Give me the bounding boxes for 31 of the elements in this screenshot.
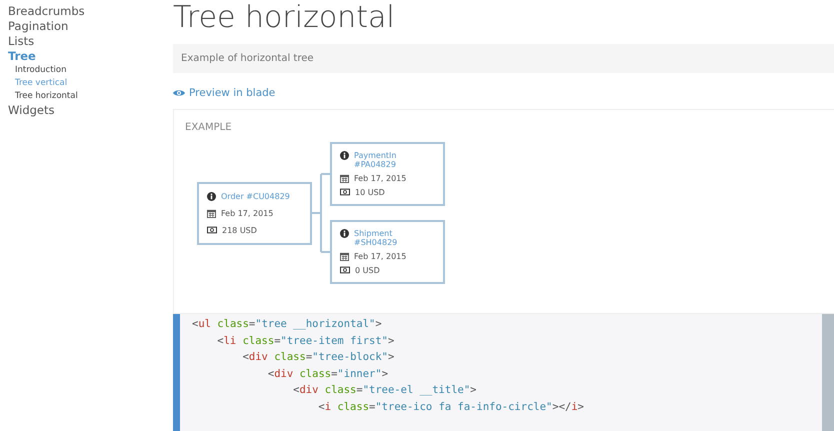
calendar-icon [207,208,216,218]
code-line: <ul class="tree __horizontal"> [192,317,383,332]
page-title: Tree horizontal [173,0,396,37]
money-icon [207,226,217,234]
node-amount: 218 USD [222,226,257,234]
node-amount: 0 USD [355,266,380,275]
sidebar-item[interactable]: Lists [8,34,173,49]
node-date: Feb 17, 2015 [354,252,406,261]
node-date: Feb 17, 2015 [354,174,406,183]
sidebar-subitem[interactable]: Tree horizontal [8,90,173,103]
node-date: Feb 17, 2015 [221,208,274,218]
sidebar-item[interactable]: Widgets [8,103,173,118]
code-line: <i class="tree-ico fa fa-info-circle"></i> [317,400,585,415]
info-icon [340,229,349,238]
sidebar-item[interactable]: Pagination [8,19,173,34]
description-bar: Example of horizontal tree [173,44,834,73]
example-heading: EXAMPLE [184,121,233,133]
code-line: <li class="tree-item first"> [216,334,396,349]
info-icon [207,192,216,200]
money-icon [340,266,350,274]
calendar-icon [340,174,349,183]
sidebar-subitem[interactable]: Introduction [8,64,173,77]
code-line: <div class="inner"> [266,366,390,382]
sidebar-item[interactable]: Breadcrumbs [8,4,173,19]
money-icon [340,188,350,196]
node-amount: 10 USD [355,188,385,197]
code-line: <div class="tree-el __title"> [292,383,478,398]
info-icon [340,151,349,160]
code-line: <div class="tree-block"> [242,350,396,366]
calendar-icon [340,252,349,261]
eye-icon [173,89,185,97]
